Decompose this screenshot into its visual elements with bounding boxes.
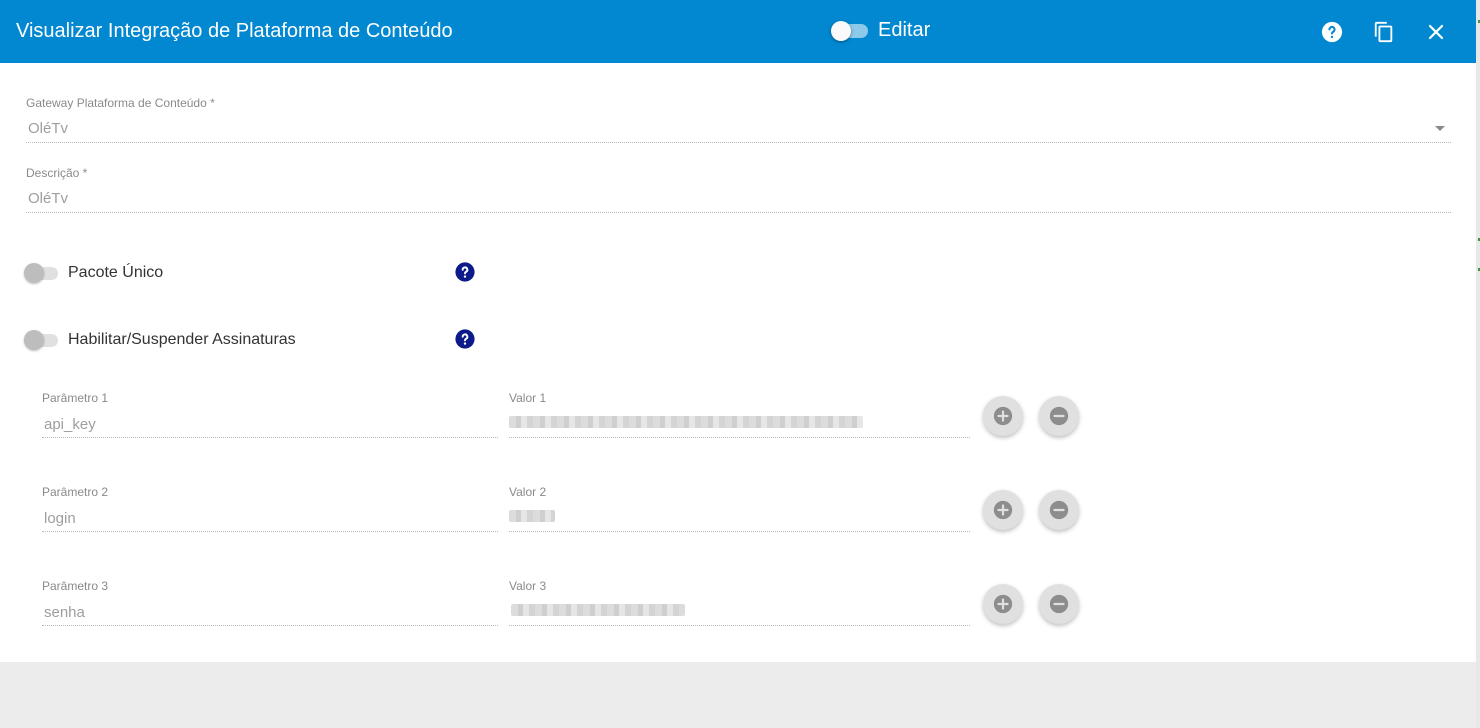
- dialog-toolbar: Visualizar Integração de Plataforma de C…: [0, 0, 1476, 63]
- parametro-underline: [42, 437, 498, 438]
- gateway-underline: [26, 142, 1451, 143]
- gateway-select[interactable]: Gateway Plataforma de Conteúdo * OléTv: [26, 96, 1451, 144]
- descricao-underline: [26, 212, 1451, 213]
- habilitar-toggle[interactable]: Habilitar/Suspender Assinaturas: [24, 328, 296, 352]
- valor-redacted: [509, 510, 555, 522]
- remove-parameter-button[interactable]: [1039, 396, 1079, 436]
- add-parameter-button[interactable]: [983, 584, 1023, 624]
- edit-toggle-label: Editar: [878, 19, 931, 41]
- descricao-label: Descrição *: [26, 166, 88, 180]
- valor-redacted: [511, 604, 685, 616]
- parametro-label: Parâmetro 2: [42, 485, 109, 499]
- parametro-value: login: [44, 510, 76, 527]
- valor-field[interactable]: Valor 1: [509, 391, 970, 439]
- habilitar-thumb: [24, 329, 44, 350]
- habilitar-label: Habilitar/Suspender Assinaturas: [68, 331, 296, 348]
- dialog: Visualizar Integração de Plataforma de C…: [0, 0, 1476, 662]
- help-circle-icon[interactable]: [455, 262, 475, 282]
- parametro-value: senha: [44, 604, 85, 621]
- help-circle-icon[interactable]: [455, 329, 475, 349]
- parametro-label: Parâmetro 1: [42, 391, 109, 405]
- descricao-field[interactable]: Descrição * OléTv: [26, 166, 1451, 214]
- valor-field[interactable]: Valor 3: [509, 579, 970, 627]
- copy-button[interactable]: [1368, 16, 1400, 48]
- plus-circle-icon: [993, 594, 1013, 614]
- close-icon: [1428, 24, 1444, 40]
- parametro-underline: [42, 531, 498, 532]
- help-circle-icon: [1321, 21, 1343, 43]
- habilitar-switch[interactable]: [24, 329, 58, 350]
- parametro-field[interactable]: Parâmetro 3 senha: [42, 579, 498, 627]
- valor-label: Valor 2: [509, 485, 547, 499]
- add-parameter-button[interactable]: [983, 490, 1023, 530]
- minus-circle-icon: [1049, 406, 1069, 426]
- close-button[interactable]: [1420, 16, 1452, 48]
- pacote-unico-thumb: [24, 262, 44, 283]
- plus-circle-icon: [993, 500, 1013, 520]
- pacote-unico-label: Pacote Único: [68, 264, 164, 281]
- dialog-title: Visualizar Integração de Plataforma de C…: [16, 20, 453, 42]
- parametro-label: Parâmetro 3: [42, 579, 109, 593]
- parametro-field[interactable]: Parâmetro 1 api_key: [42, 391, 498, 439]
- copy-icon: [1374, 21, 1393, 43]
- plus-circle-icon: [993, 406, 1013, 426]
- pacote-unico-switch[interactable]: [24, 262, 58, 283]
- pacote-unico-toggle[interactable]: Pacote Único: [24, 261, 163, 285]
- edit-toggle[interactable]: Editar: [831, 19, 931, 42]
- parametro-field[interactable]: Parâmetro 2 login: [42, 485, 498, 533]
- remove-parameter-button[interactable]: [1039, 584, 1079, 624]
- minus-circle-icon: [1049, 594, 1069, 614]
- parametro-underline: [42, 625, 498, 626]
- gateway-value: OléTv: [28, 120, 69, 137]
- valor-label: Valor 1: [509, 391, 547, 405]
- descricao-value: OléTv: [28, 190, 69, 207]
- edit-toggle-thumb: [831, 20, 851, 41]
- valor-redacted: [509, 416, 863, 428]
- minus-circle-icon: [1049, 500, 1069, 520]
- valor-field[interactable]: Valor 2: [509, 485, 970, 533]
- help-button[interactable]: [1316, 16, 1348, 48]
- valor-label: Valor 3: [509, 579, 547, 593]
- gateway-label: Gateway Plataforma de Conteúdo *: [26, 96, 215, 110]
- dropdown-arrow-icon[interactable]: [1435, 126, 1445, 131]
- page-scrollbar-edge: [1476, 0, 1480, 728]
- valor-underline: [509, 437, 970, 438]
- remove-parameter-button[interactable]: [1039, 490, 1079, 530]
- valor-underline: [509, 625, 970, 626]
- add-parameter-button[interactable]: [983, 396, 1023, 436]
- valor-underline: [509, 531, 970, 532]
- parametro-value: api_key: [44, 416, 96, 433]
- edit-toggle-switch[interactable]: [831, 20, 868, 41]
